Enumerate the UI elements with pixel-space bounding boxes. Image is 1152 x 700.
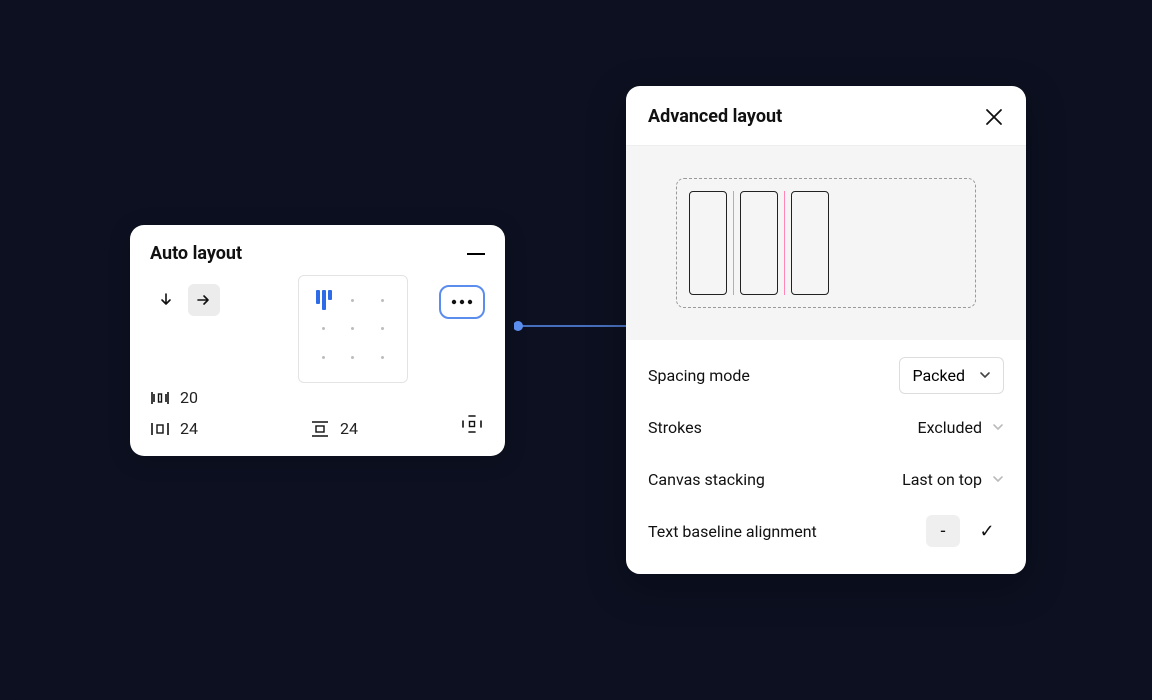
direction-vertical-button[interactable] (150, 284, 182, 316)
advanced-layout-button[interactable] (439, 285, 485, 319)
advanced-layout-title: Advanced layout (648, 106, 782, 127)
spacing-mode-label: Spacing mode (648, 366, 750, 385)
text-baseline-label: Text baseline alignment (648, 522, 817, 541)
advanced-layout-panel: Advanced layout Spacing mode Packed (626, 86, 1026, 574)
strokes-select[interactable]: Excluded (918, 418, 1005, 437)
more-horizontal-icon (451, 299, 473, 305)
strokes-row: Strokes Excluded (648, 406, 1004, 448)
auto-layout-title: Auto layout (150, 243, 242, 264)
spacing-mode-select[interactable]: Packed (899, 357, 1004, 394)
padding-vertical-icon (310, 420, 330, 438)
arrow-down-icon (158, 292, 174, 308)
close-button[interactable] (984, 107, 1004, 127)
padding-horizontal-field[interactable]: 24 (150, 419, 260, 438)
padding-vertical-field[interactable]: 24 (310, 419, 420, 438)
layout-preview (626, 146, 1026, 340)
direction-horizontal-button[interactable] (188, 284, 220, 316)
preview-item (689, 191, 727, 295)
align-top-left-icon (316, 290, 332, 310)
preview-item (740, 191, 778, 295)
canvas-stacking-select[interactable]: Last on top (902, 470, 1004, 489)
close-icon (984, 107, 1004, 127)
arrow-right-icon (196, 292, 212, 308)
collapse-button[interactable] (467, 253, 485, 255)
chevron-down-icon (992, 421, 1004, 433)
baseline-off-button[interactable]: - (926, 515, 960, 547)
canvas-stacking-label: Canvas stacking (648, 470, 765, 489)
preview-item (791, 191, 829, 295)
padding-horizontal-icon (150, 421, 170, 437)
canvas-stacking-row: Canvas stacking Last on top (648, 458, 1004, 500)
spacing-horizontal-icon (150, 390, 170, 406)
canvas-stacking-value: Last on top (902, 470, 982, 489)
padding-vertical-value: 24 (340, 419, 390, 438)
auto-layout-panel: Auto layout (130, 225, 505, 456)
padding-horizontal-value: 24 (180, 419, 230, 438)
minus-icon (467, 253, 485, 255)
strokes-value: Excluded (918, 418, 983, 437)
text-baseline-row: Text baseline alignment - ✓ (648, 510, 1004, 552)
preview-frame (676, 178, 976, 308)
item-spacing-field[interactable]: 20 (150, 388, 260, 407)
item-spacing-value: 20 (180, 388, 230, 407)
strokes-label: Strokes (648, 418, 702, 437)
chevron-down-icon (992, 473, 1004, 485)
baseline-on-button[interactable]: ✓ (970, 515, 1004, 547)
individual-padding-icon (461, 414, 483, 434)
spacing-mode-row: Spacing mode Packed (648, 354, 1004, 396)
individual-padding-button[interactable] (461, 414, 483, 434)
chevron-down-icon (979, 369, 991, 381)
alignment-grid[interactable] (298, 275, 408, 383)
spacing-mode-value: Packed (912, 366, 965, 385)
